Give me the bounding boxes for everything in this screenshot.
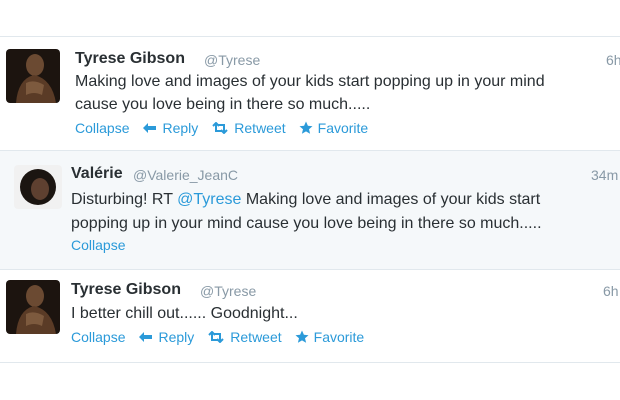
collapse-link[interactable]: Collapse [71,329,125,345]
avatar[interactable] [6,49,60,103]
tweet-text-line: Making love and images of your kids star… [75,73,545,90]
tweet-text-line: cause you love being in there so much...… [75,96,371,113]
reply-arrow-icon [138,331,153,343]
favorite-star-icon [299,121,313,135]
retweet-icon [207,331,225,343]
tweet-actions: Collapse Reply Retweet Favorite [71,329,377,345]
user-handle[interactable]: @Tyrese [200,283,256,299]
tweet-text-line: Disturbing! RT @Tyrese Making love and i… [71,188,540,212]
retweet-button[interactable]: Retweet [207,329,282,345]
user-handle[interactable]: @Tyrese [204,52,260,68]
collapse-label: Collapse [71,329,126,345]
tweet-feed: Tyrese Gibson @Tyrese 6h Making love and… [0,0,620,400]
display-name[interactable]: Valérie [71,165,123,183]
favorite-button[interactable]: Favorite [299,120,369,136]
reply-arrow-icon [142,122,157,134]
tweet-item[interactable]: Valérie @Valerie_JeanC 34m Disturbing! R… [0,151,620,269]
display-name[interactable]: Tyrese Gibson [75,50,185,68]
tweet-text-rest: Making love and images of your kids star… [241,191,541,208]
tweet-actions: Collapse Reply Retweet Favorite [75,120,381,136]
favorite-star-icon [295,330,309,344]
divider [0,362,620,363]
mention-link[interactable]: @Tyrese [177,191,241,208]
collapse-link[interactable]: Collapse [75,120,129,136]
tweet-actions: Collapse [71,237,138,253]
avatar[interactable] [14,165,62,209]
collapse-label: Collapse [71,237,126,253]
timestamp[interactable]: 6h [603,283,619,299]
tweet-item[interactable]: Tyrese Gibson @Tyrese 6h Making love and… [0,37,620,150]
reply-button[interactable]: Reply [142,120,198,136]
avatar[interactable] [6,280,60,334]
reply-button[interactable]: Reply [138,329,194,345]
tweet-text-prefix: Disturbing! RT [71,191,178,208]
favorite-label: Favorite [317,120,369,136]
tweet-item[interactable]: Tyrese Gibson @Tyrese 6h I better chill … [0,270,620,362]
timestamp[interactable]: 6h [606,52,620,68]
reply-label: Reply [158,329,195,345]
tweet-text-line: popping up in your mind cause you love b… [71,215,542,232]
collapse-label: Collapse [75,120,130,136]
retweet-icon [211,122,229,134]
collapse-link[interactable]: Collapse [71,237,125,253]
display-name[interactable]: Tyrese Gibson [71,281,181,299]
retweet-label: Retweet [230,329,282,345]
tweet-text-line: I better chill out...... Goodnight... [71,305,298,322]
retweet-label: Retweet [234,120,286,136]
favorite-button[interactable]: Favorite [295,329,365,345]
retweet-button[interactable]: Retweet [211,120,286,136]
favorite-label: Favorite [313,329,365,345]
user-handle[interactable]: @Valerie_JeanC [133,167,238,183]
reply-label: Reply [162,120,199,136]
timestamp[interactable]: 34m [591,167,618,183]
